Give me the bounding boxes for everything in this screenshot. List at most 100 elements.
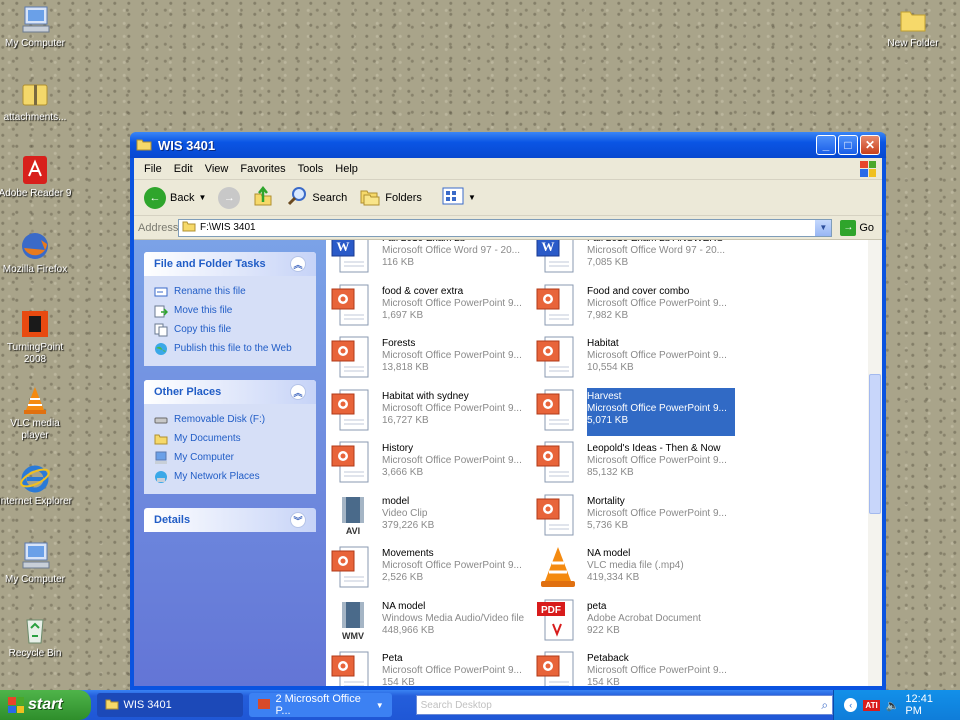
close-button[interactable]: ✕: [860, 135, 880, 155]
desktop-icon-turningpoint[interactable]: TurningPoint 2008: [0, 308, 72, 366]
maximize-icon: □: [844, 138, 852, 152]
clock[interactable]: 12:41 PM: [905, 693, 950, 717]
file-size: 3,666 KB: [382, 467, 424, 478]
task-office-group[interactable]: 2 Microsoft Office P... ▼: [249, 693, 392, 717]
address-input[interactable]: F:\WIS 3401 ▼: [178, 218, 833, 237]
file-item[interactable]: food & cover extra Microsoft Office Power…: [330, 283, 530, 331]
file-item[interactable]: Forests Microsoft Office PowerPoint 9... 1…: [330, 335, 530, 383]
collapse-chevron-icon[interactable]: ︽: [290, 384, 306, 400]
collapse-chevron-icon[interactable]: ︽: [290, 256, 306, 272]
task-move[interactable]: Move this file: [154, 301, 306, 320]
file-item[interactable]: Food and cover combo Microsoft Office Pow…: [535, 283, 735, 331]
desktop-icon-attachments[interactable]: attachments...: [0, 78, 72, 124]
file-item[interactable]: Habitat Microsoft Office PowerPoint 9... 1…: [535, 335, 735, 383]
task-rename[interactable]: Rename this file: [154, 282, 306, 301]
task-wis-3401-label: WIS 3401: [123, 699, 172, 711]
desktop-icon-firefox[interactable]: Mozilla Firefox: [0, 230, 72, 276]
desktop-icon-my-computer-2[interactable]: My Computer: [0, 540, 72, 586]
file-item[interactable]: PDF peta Adobe Acrobat Document 922 KB: [535, 598, 735, 646]
file-name: Habitat with sydney: [382, 390, 469, 402]
menu-file[interactable]: File: [140, 163, 170, 175]
start-button[interactable]: start: [0, 690, 92, 720]
search-icon: [286, 185, 308, 210]
desktop-icon-vlc[interactable]: VLC media player: [0, 384, 72, 442]
file-size: 10,554 KB: [587, 362, 634, 373]
folder-icon: [105, 698, 119, 713]
file-item[interactable]: Leopold's Ideas - Then & Now Microsoft Of…: [535, 440, 735, 488]
file-type: Microsoft Office PowerPoint 9...: [587, 297, 727, 309]
menu-edit[interactable]: Edit: [170, 163, 201, 175]
file-item[interactable]: History Microsoft Office PowerPoint 9... 3…: [330, 440, 530, 488]
up-folder-button[interactable]: [248, 183, 278, 212]
removable-disk-icon: [154, 413, 168, 427]
desktop-icon-my-computer[interactable]: My Computer: [0, 4, 72, 50]
file-item[interactable]: Petaback Microsoft Office PowerPoint 9...…: [535, 650, 735, 686]
menu-help[interactable]: Help: [331, 163, 366, 175]
minimize-button[interactable]: _: [816, 135, 836, 155]
search-button[interactable]: Search: [282, 183, 351, 212]
file-type: Microsoft Office PowerPoint 9...: [382, 455, 522, 466]
search-label: Search: [312, 191, 348, 204]
file-item[interactable]: Peta Microsoft Office PowerPoint 9... 154 …: [330, 650, 530, 686]
vlc-cone-icon: [19, 384, 51, 416]
windows-logo-icon: [8, 697, 24, 713]
search-icon[interactable]: ⌕: [821, 698, 828, 713]
menu-favorites[interactable]: Favorites: [236, 163, 293, 175]
details-header[interactable]: Details ︾: [144, 508, 316, 532]
file-item[interactable]: WFall 2010 Exam 2b ANSWERSMicrosoft Offi…: [535, 240, 735, 278]
vertical-scrollbar[interactable]: [868, 240, 882, 686]
folders-label: Folders: [385, 191, 422, 204]
forward-button[interactable]: →: [214, 185, 244, 211]
window-title: WIS 3401: [158, 137, 216, 153]
volume-icon[interactable]: 🔈: [886, 699, 900, 712]
desktop-icon-internet-explorer[interactable]: Internet Explorer: [0, 462, 72, 508]
address-dropdown-icon[interactable]: ▼: [815, 219, 832, 236]
video-file-icon: WMV: [330, 598, 376, 642]
file-name: model: [382, 495, 410, 507]
go-button[interactable]: → Go: [836, 219, 878, 236]
place-my-documents[interactable]: My Documents: [154, 429, 306, 448]
file-item[interactable]: WMV NA model Windows Media Audio/Video fil…: [330, 598, 530, 646]
expand-chevron-icon[interactable]: ︾: [290, 512, 306, 528]
file-name: Leopold's Ideas - Then & Now: [587, 443, 721, 454]
file-item[interactable]: Movements Microsoft Office PowerPoint 9..…: [330, 545, 530, 593]
turningpoint-icon: [19, 308, 51, 340]
file-item[interactable]: AVI model Video Clip 379,226 KB: [330, 493, 530, 541]
maximize-button[interactable]: □: [838, 135, 858, 155]
file-size: 448,966 KB: [382, 624, 435, 636]
folders-button[interactable]: Folders: [355, 183, 426, 212]
title-bar[interactable]: WIS 3401 _ □ ✕: [130, 132, 886, 158]
desktop-icon-adobe-reader[interactable]: Adobe Reader 9: [0, 154, 72, 200]
desktop-search-input[interactable]: Search Desktop ⌕: [415, 695, 834, 715]
back-button[interactable]: ← Back ▼: [140, 185, 210, 211]
file-item[interactable]: Harvest Microsoft Office PowerPoint 9... 5…: [535, 387, 735, 436]
file-name: Petaback: [587, 653, 629, 664]
tray-arrow-icon[interactable]: ‹: [844, 698, 858, 712]
menu-view[interactable]: View: [201, 163, 237, 175]
place-removable-disk[interactable]: Removable Disk (F:): [154, 410, 306, 429]
back-dropdown-icon[interactable]: ▼: [198, 193, 206, 202]
task-pane: File and Folder Tasks ︽ Rename this file…: [134, 240, 326, 686]
ati-icon[interactable]: ATI: [863, 699, 880, 711]
file-item[interactable]: WFall 2010 Exam 2bMicrosoft Office Word …: [330, 240, 530, 278]
task-wis-3401[interactable]: WIS 3401: [97, 693, 244, 717]
file-item[interactable]: NA model VLC media file (.mp4) 419,334 KB: [535, 545, 735, 593]
start-label: start: [28, 696, 63, 713]
desktop-icon-recycle-bin[interactable]: Recycle Bin: [0, 614, 72, 660]
file-item[interactable]: Mortality Microsoft Office PowerPoint 9..…: [535, 493, 735, 541]
file-folder-tasks-header[interactable]: File and Folder Tasks ︽: [144, 252, 316, 276]
views-button[interactable]: ▼: [438, 185, 480, 210]
place-my-computer[interactable]: My Computer: [154, 448, 306, 467]
place-my-network[interactable]: My Network Places: [154, 467, 306, 486]
task-copy[interactable]: Copy this file: [154, 320, 306, 339]
desktop-icon-new-folder[interactable]: New Folder: [876, 4, 950, 50]
scrollbar-thumb[interactable]: [869, 374, 881, 514]
file-type: Microsoft Office PowerPoint 9...: [587, 665, 727, 676]
menu-tools[interactable]: Tools: [294, 163, 332, 175]
task-publish[interactable]: Publish this file to the Web: [154, 339, 306, 358]
other-places-header[interactable]: Other Places ︽: [144, 380, 316, 404]
file-size: 13,818 KB: [382, 362, 429, 373]
group-dropdown-icon: ▼: [375, 700, 384, 710]
file-item[interactable]: Habitat with sydney Microsoft Office Powe…: [330, 388, 530, 436]
file-type: Microsoft Office PowerPoint 9...: [382, 350, 522, 361]
